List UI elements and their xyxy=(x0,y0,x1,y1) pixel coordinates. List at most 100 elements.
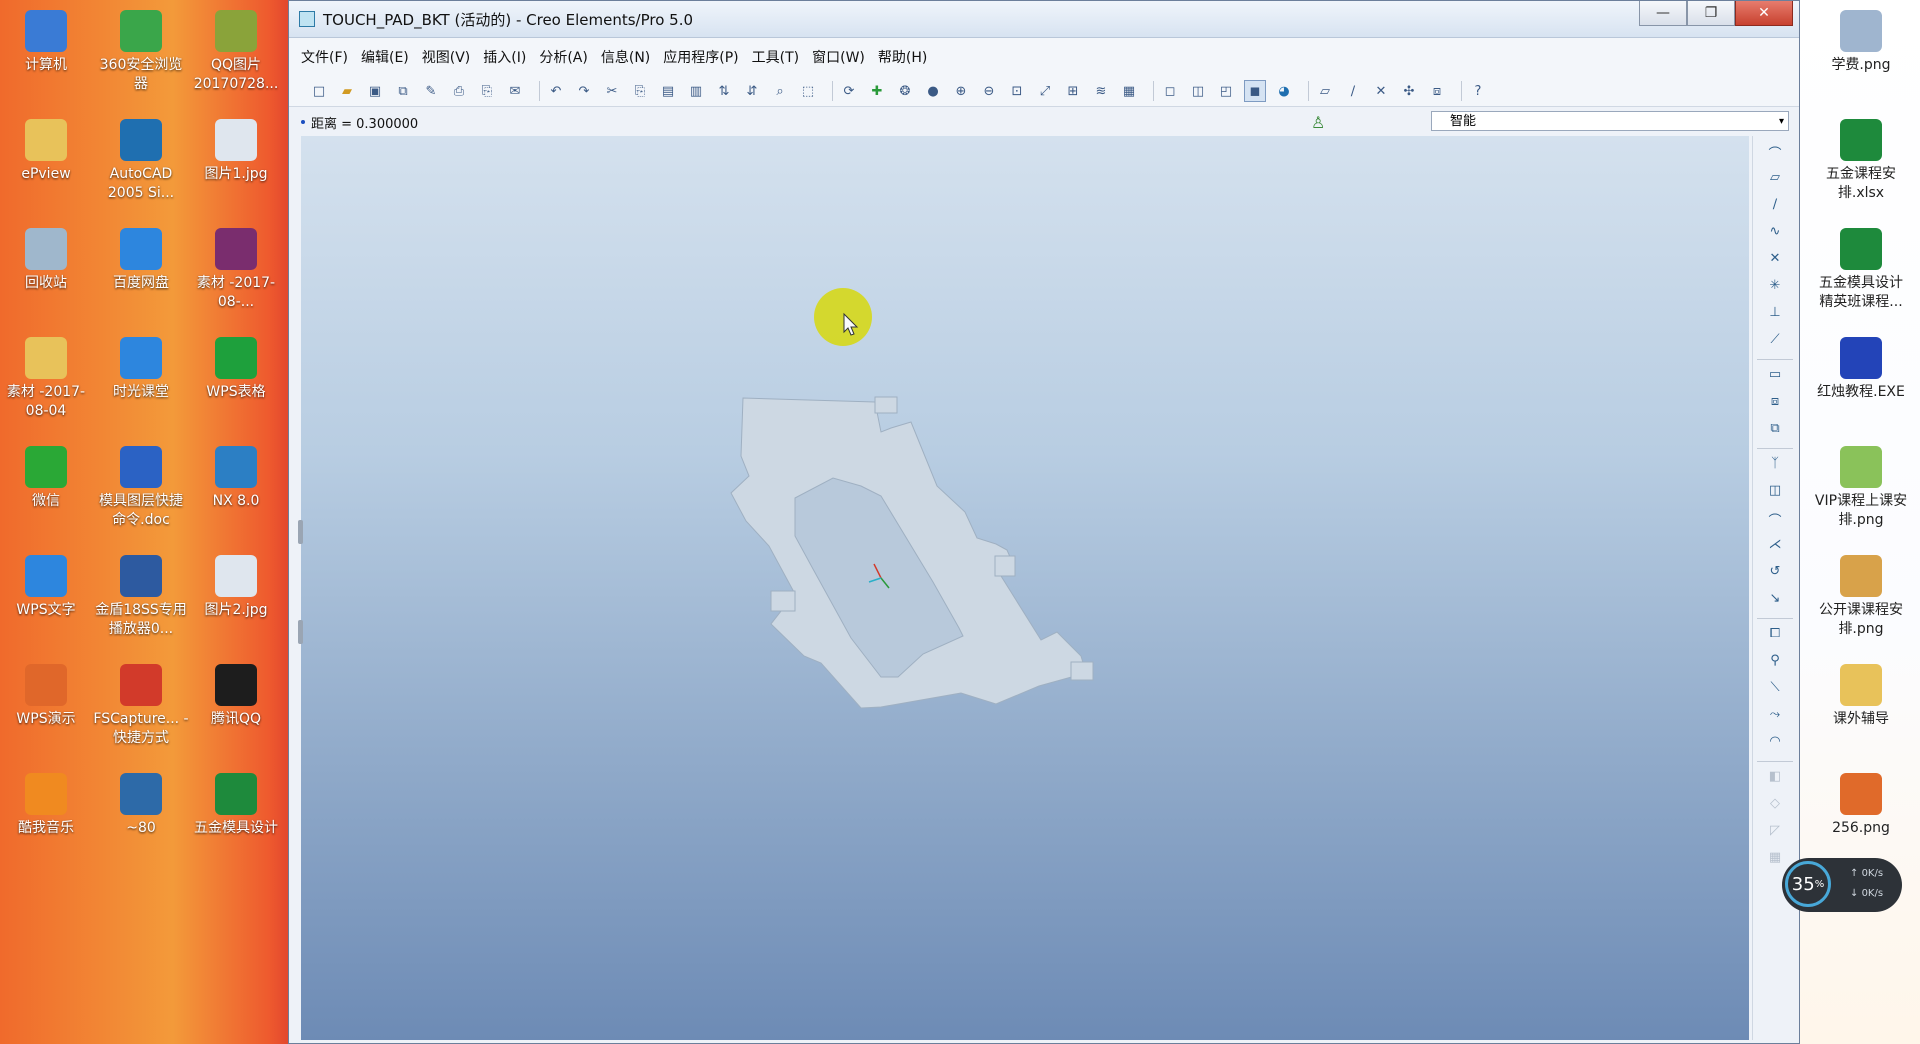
menu-edit[interactable]: 编辑(E) xyxy=(361,47,409,67)
undo-icon[interactable]: ↶ xyxy=(546,81,566,101)
desktop_right-icon-5[interactable]: 公开课课程安排.png xyxy=(1813,551,1909,639)
save-copy-icon[interactable]: ⧉ xyxy=(393,81,413,101)
datum-point-icon[interactable]: ✕ xyxy=(1766,251,1784,269)
rip-icon[interactable]: ⟍ xyxy=(1766,680,1784,698)
coordinate-system-icon[interactable]: ⊥ xyxy=(1766,305,1784,323)
paste-icon[interactable]: ▤ xyxy=(658,81,678,101)
menu-tools[interactable]: 工具(T) xyxy=(752,47,799,67)
bend-back-icon[interactable]: ↺ xyxy=(1766,564,1784,582)
sketch-icon[interactable]: ⌒ xyxy=(1766,143,1784,162)
datum-plane-icon[interactable]: ▱ xyxy=(1766,170,1784,188)
datum-axis-icon[interactable]: ∕ xyxy=(1766,197,1784,215)
enhanced-realism-icon[interactable]: ◕ xyxy=(1274,81,1294,101)
regen-manager-icon[interactable]: ⇵ xyxy=(742,81,762,101)
open-folder-icon[interactable]: ▰ xyxy=(337,81,357,101)
minimize-button[interactable]: — xyxy=(1639,1,1687,26)
edge-bend-icon[interactable]: ⋌ xyxy=(1766,537,1784,555)
cut-icon[interactable]: ✂ xyxy=(602,81,622,101)
zoom-in-icon[interactable]: ⊕ xyxy=(951,81,971,101)
datum-axes-icon[interactable]: ∕ xyxy=(1343,81,1363,101)
redo-icon[interactable]: ↷ xyxy=(574,81,594,101)
print-icon[interactable]: ⎙ xyxy=(449,81,469,101)
close-button[interactable]: ✕ xyxy=(1735,1,1793,26)
splitter-handle[interactable] xyxy=(298,620,303,644)
title-bar[interactable]: TOUCH_PAD_BKT (活动的) - Creo Elements/Pro … xyxy=(289,1,1799,38)
bend-icon[interactable]: ⌒ xyxy=(1766,510,1784,529)
desktop_left-icon-13[interactable]: 模具图层快捷命令.doc xyxy=(93,442,189,530)
datum-points-icon[interactable]: ✕ xyxy=(1371,81,1391,101)
menu-file[interactable]: 文件(F) xyxy=(301,47,348,67)
punch-icon[interactable]: ⚲ xyxy=(1766,653,1784,671)
desktop_left-icon-1[interactable]: 360安全浏览器 xyxy=(93,6,189,94)
flat-wall-icon[interactable]: ▭ xyxy=(1766,367,1784,385)
desktop_left-icon-7[interactable]: 百度网盘 xyxy=(93,224,189,293)
unbend-icon[interactable]: ◫ xyxy=(1766,483,1784,501)
desktop_right-icon-2[interactable]: 五金模具设计精英班课程... xyxy=(1813,224,1909,312)
print-preview-icon[interactable]: ⎘ xyxy=(477,81,497,101)
layers-icon[interactable]: ≋ xyxy=(1091,81,1111,101)
desktop_left-icon-19[interactable]: FSCapture... - 快捷方式 xyxy=(93,660,189,748)
select-box-icon[interactable]: ⬚ xyxy=(798,81,818,101)
selection-filter-dropdown[interactable]: 智能 ▾ xyxy=(1431,111,1789,131)
desktop_left-icon-22[interactable]: ~80 xyxy=(93,769,189,838)
network-speed-widget[interactable]: 35% ↑ 0K/s ↓ 0K/s xyxy=(1782,858,1902,912)
desktop_left-icon-12[interactable]: 微信 xyxy=(0,442,94,511)
desktop_left-icon-0[interactable]: 计算机 xyxy=(0,6,94,75)
copy-icon[interactable]: ⎘ xyxy=(630,81,650,101)
desktop_left-icon-2[interactable]: QQ图片20170728... xyxy=(188,6,284,94)
extrude-wall-icon[interactable]: ⧈ xyxy=(1766,394,1784,412)
menu-analysis[interactable]: 分析(A) xyxy=(539,47,588,67)
swept-wall-icon[interactable]: ⧉ xyxy=(1766,421,1784,439)
offset-point-icon[interactable]: ✳ xyxy=(1766,278,1784,296)
menu-insert[interactable]: 插入(I) xyxy=(483,47,526,67)
desktop_left-icon-6[interactable]: 回收站 xyxy=(0,224,94,293)
refit-icon[interactable]: ⊡ xyxy=(1007,81,1027,101)
menu-window[interactable]: 窗口(W) xyxy=(812,47,865,67)
desktop_left-icon-18[interactable]: WPS演示 xyxy=(0,660,94,729)
saved-views-icon[interactable]: ⊞ xyxy=(1063,81,1083,101)
desktop_left-icon-16[interactable]: 金盾18SS专用播放器0... xyxy=(93,551,189,639)
shading-icon[interactable]: ◼ xyxy=(1244,80,1266,102)
cut-icon[interactable]: ⧠ xyxy=(1766,626,1784,644)
find-icon[interactable]: ⌕ xyxy=(770,81,790,101)
view-manager-icon[interactable]: ▦ xyxy=(1119,81,1139,101)
zoom-out-icon[interactable]: ⊖ xyxy=(979,81,999,101)
desktop_left-icon-4[interactable]: AutoCAD 2005 Si... xyxy=(93,115,189,203)
flange-icon[interactable]: ᛉ xyxy=(1766,456,1784,474)
graphics-area[interactable] xyxy=(301,136,1749,1040)
hidden-line-icon[interactable]: ◫ xyxy=(1188,81,1208,101)
desktop_left-icon-10[interactable]: 时光课堂 xyxy=(93,333,189,402)
flatten-icon[interactable]: ↘ xyxy=(1766,591,1784,609)
model-tree-status-icon[interactable]: ♙ xyxy=(1311,113,1325,132)
send-mail-icon[interactable]: ✉ xyxy=(505,81,525,101)
annotations-icon[interactable]: ⧈ xyxy=(1427,81,1447,101)
new-file-icon[interactable]: □ xyxy=(309,81,329,101)
desktop_left-icon-3[interactable]: ePview xyxy=(0,115,94,184)
datum-planes-icon[interactable]: ▱ xyxy=(1315,81,1335,101)
desktop_right-icon-0[interactable]: 学费.png xyxy=(1813,6,1909,75)
regenerate-icon[interactable]: ⇅ xyxy=(714,81,734,101)
desktop_left-icon-5[interactable]: 图片1.jpg xyxy=(188,115,284,184)
paste-special-icon[interactable]: ▥ xyxy=(686,81,706,101)
context-help-icon[interactable]: ? xyxy=(1468,81,1488,101)
desktop_left-icon-8[interactable]: 素材 -2017-08-... xyxy=(188,224,284,312)
reorient-icon[interactable]: ⤢ xyxy=(1035,81,1055,101)
spin-center-icon[interactable]: ✚ xyxy=(867,81,887,101)
appearance-icon[interactable]: ● xyxy=(923,81,943,101)
desktop_left-icon-15[interactable]: WPS文字 xyxy=(0,551,94,620)
desktop_left-icon-17[interactable]: 图片2.jpg xyxy=(188,551,284,620)
desktop_right-icon-3[interactable]: 红烛教程.EXE xyxy=(1813,333,1909,402)
desktop_right-icon-7[interactable]: 256.png xyxy=(1813,769,1909,838)
orient-mode-icon[interactable]: ❂ xyxy=(895,81,915,101)
desktop_left-icon-14[interactable]: NX 8.0 xyxy=(188,442,284,511)
edit-icon[interactable]: ✎ xyxy=(421,81,441,101)
save-icon[interactable]: ▣ xyxy=(365,81,385,101)
menu-help[interactable]: 帮助(H) xyxy=(878,47,927,67)
form-icon[interactable]: ◠ xyxy=(1766,734,1784,752)
desktop_right-icon-1[interactable]: 五金课程安排.xlsx xyxy=(1813,115,1909,203)
repaint-icon[interactable]: ⟳ xyxy=(839,81,859,101)
desktop_left-icon-9[interactable]: 素材 -2017-08-04 xyxy=(0,333,94,421)
desktop_right-icon-4[interactable]: VIP课程上课安排.png xyxy=(1813,442,1909,530)
desktop_right-icon-6[interactable]: 课外辅导 xyxy=(1813,660,1909,729)
desktop_left-icon-21[interactable]: 酷我音乐 xyxy=(0,769,94,838)
